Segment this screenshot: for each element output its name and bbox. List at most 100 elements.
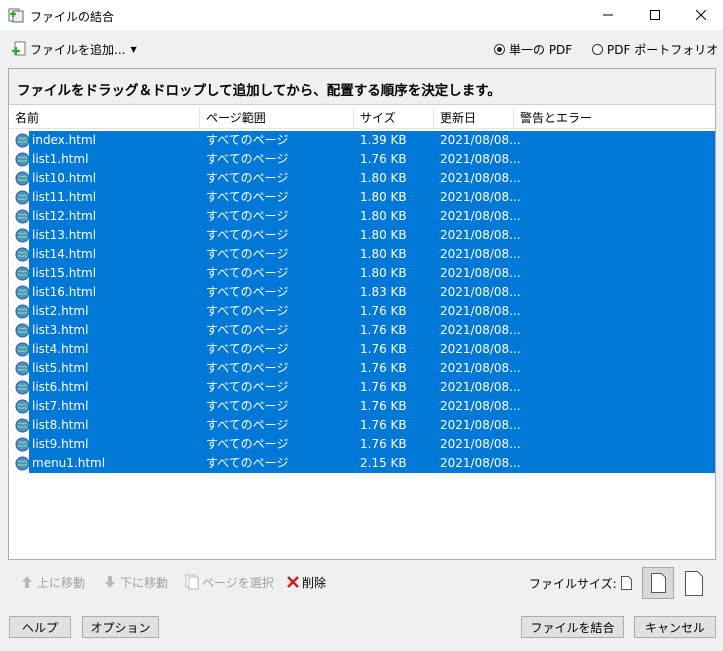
cell-date: 2021/08/08... xyxy=(440,133,521,147)
cell-name: list11.html xyxy=(32,190,97,204)
delete-button[interactable]: 削除 xyxy=(287,573,326,591)
select-pages-button[interactable]: ページを選択 xyxy=(185,573,274,591)
cancel-button[interactable]: キャンセル xyxy=(634,616,716,638)
html-file-icon xyxy=(15,342,30,357)
cell-date: 2021/08/08... xyxy=(440,152,521,166)
cell-size: 1.80 KB xyxy=(360,266,407,280)
html-file-icon xyxy=(15,323,30,338)
cell-size: 1.76 KB xyxy=(360,342,407,356)
cell-range: すべてのページ xyxy=(206,133,289,147)
cell-date: 2021/08/08... xyxy=(440,323,521,337)
column-header-size[interactable]: サイズ xyxy=(354,107,434,129)
table-row[interactable]: list8.html すべてのページ 1.76 KB 2021/08/08... xyxy=(29,416,715,435)
table-row[interactable]: list10.html すべてのページ 1.80 KB 2021/08/08... xyxy=(29,169,715,188)
cell-name: list7.html xyxy=(32,399,89,413)
toolbar: ファイルを追加... ▼ 単一の PDF PDF ポートフォリオ xyxy=(0,30,723,66)
cell-name: list5.html xyxy=(32,361,89,375)
pages-icon xyxy=(185,574,199,590)
table-row[interactable]: list4.html すべてのページ 1.76 KB 2021/08/08... xyxy=(29,340,715,359)
options-button[interactable]: オプション xyxy=(82,616,159,638)
cell-name: menu1.html xyxy=(32,456,106,470)
table-row[interactable]: list9.html すべてのページ 1.76 KB 2021/08/08... xyxy=(29,435,715,454)
cell-range: すべてのページ xyxy=(206,171,289,185)
column-header-modified[interactable]: 更新日 xyxy=(434,107,514,129)
combine-files-button[interactable]: ファイルを結合 xyxy=(521,616,624,638)
cell-size: 1.76 KB xyxy=(360,152,407,166)
size-small-button[interactable] xyxy=(619,576,633,590)
cell-name: list16.html xyxy=(32,285,97,299)
cell-size: 2.15 KB xyxy=(360,456,407,470)
cell-range: すべてのページ xyxy=(206,399,289,413)
column-header-warnings[interactable]: 警告とエラー xyxy=(514,107,714,129)
html-file-icon xyxy=(15,247,30,262)
select-pages-label: ページを選択 xyxy=(202,575,274,590)
window-title: ファイルの結合 xyxy=(30,10,115,24)
cell-range: すべてのページ xyxy=(206,228,289,242)
column-header-name[interactable]: 名前 xyxy=(9,107,200,129)
cell-date: 2021/08/08... xyxy=(440,380,521,394)
size-large-button[interactable] xyxy=(678,567,710,599)
cell-range: すべてのページ xyxy=(206,285,289,299)
cell-name: list14.html xyxy=(32,247,97,261)
cell-range: すべてのページ xyxy=(206,247,289,261)
cell-range: すべてのページ xyxy=(206,342,289,356)
file-list-panel: ファイルをドラッグ＆ドロップして追加してから、配置する順序を決定します。 名前 … xyxy=(8,68,716,560)
html-file-icon xyxy=(15,361,30,376)
page-small-icon xyxy=(620,576,632,590)
column-header-page-range[interactable]: ページ範囲 xyxy=(200,107,354,129)
move-up-button[interactable]: 上に移動 xyxy=(20,573,85,591)
table-row[interactable]: list12.html すべてのページ 1.80 KB 2021/08/08... xyxy=(29,207,715,226)
size-medium-button[interactable] xyxy=(642,567,674,599)
add-files-label: ファイルを追加... xyxy=(30,42,126,57)
radio-single-pdf-label: 単一の PDF xyxy=(509,42,573,57)
table-row[interactable]: list14.html すべてのページ 1.80 KB 2021/08/08... xyxy=(29,245,715,264)
add-file-icon xyxy=(12,41,26,56)
html-file-icon xyxy=(15,456,30,471)
radio-single-pdf[interactable]: 単一の PDF xyxy=(494,40,572,58)
table-row[interactable]: list7.html すべてのページ 1.76 KB 2021/08/08... xyxy=(29,397,715,416)
minimize-button[interactable] xyxy=(585,0,631,30)
cell-range: すべてのページ xyxy=(206,152,289,166)
cell-date: 2021/08/08... xyxy=(440,228,521,242)
table-row[interactable]: list15.html すべてのページ 1.80 KB 2021/08/08... xyxy=(29,264,715,283)
html-file-icon xyxy=(15,209,30,224)
html-file-icon xyxy=(15,190,30,205)
cell-range: すべてのページ xyxy=(206,380,289,394)
table-row[interactable]: list16.html すべてのページ 1.83 KB 2021/08/08... xyxy=(29,283,715,302)
cell-range: すべてのページ xyxy=(206,456,289,470)
file-size-label: ファイルサイズ: xyxy=(529,577,617,591)
cell-name: list8.html xyxy=(32,418,89,432)
combine-files-icon xyxy=(8,8,24,23)
move-down-label: 下に移動 xyxy=(120,575,169,590)
bottom-toolbar: 上に移動 下に移動 ページを選択 削除 ファイルサイズ: xyxy=(8,566,716,599)
cell-size: 1.76 KB xyxy=(360,437,407,451)
radio-pdf-portfolio-label: PDF ポートフォリオ xyxy=(607,42,719,57)
radio-indicator xyxy=(592,43,603,55)
close-button[interactable] xyxy=(678,0,723,30)
table-row[interactable]: list5.html すべてのページ 1.76 KB 2021/08/08... xyxy=(29,359,715,378)
add-files-button[interactable]: ファイルを追加... ▼ xyxy=(11,40,137,58)
html-file-icon xyxy=(15,152,30,167)
html-file-icon xyxy=(15,266,30,281)
table-row[interactable]: list13.html すべてのページ 1.80 KB 2021/08/08... xyxy=(29,226,715,245)
table-row[interactable]: index.html すべてのページ 1.39 KB 2021/08/08... xyxy=(29,131,715,150)
html-file-icon xyxy=(15,437,30,452)
table-row[interactable]: list1.html すべてのページ 1.76 KB 2021/08/08... xyxy=(29,150,715,169)
move-down-button[interactable]: 下に移動 xyxy=(103,573,168,591)
table-row[interactable]: list6.html すべてのページ 1.76 KB 2021/08/08... xyxy=(29,378,715,397)
table-row[interactable]: menu1.html すべてのページ 2.15 KB 2021/08/08... xyxy=(29,454,715,473)
table-row[interactable]: list2.html すべてのページ 1.76 KB 2021/08/08... xyxy=(29,302,715,321)
table-row[interactable]: list3.html すべてのページ 1.76 KB 2021/08/08... xyxy=(29,321,715,340)
radio-pdf-portfolio[interactable]: PDF ポートフォリオ xyxy=(592,40,718,58)
maximize-icon xyxy=(650,10,660,20)
cell-size: 1.39 KB xyxy=(360,133,407,147)
maximize-button[interactable] xyxy=(632,0,678,30)
cell-date: 2021/08/08... xyxy=(440,209,521,223)
help-button[interactable]: ヘルプ xyxy=(9,616,71,638)
cell-name: list6.html xyxy=(32,380,89,394)
table-row[interactable]: list11.html すべてのページ 1.80 KB 2021/08/08... xyxy=(29,188,715,207)
cell-name: list4.html xyxy=(32,342,89,356)
cell-range: すべてのページ xyxy=(206,437,289,451)
cell-range: すべてのページ xyxy=(206,418,289,432)
instruction-text: ファイルをドラッグ＆ドロップして追加してから、配置する順序を決定します。 xyxy=(9,69,715,105)
